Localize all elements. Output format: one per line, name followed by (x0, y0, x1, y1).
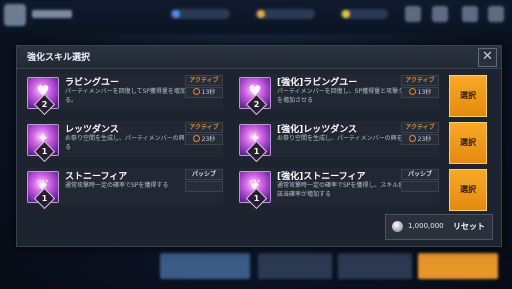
background-icon-3 (462, 6, 478, 22)
reset-cost: 1,000,000 (408, 222, 444, 230)
skill-type-badge: パッシブ (185, 169, 223, 180)
skill-type-badge: アクティブ (185, 75, 223, 86)
select-button[interactable]: 選択 (449, 75, 487, 117)
skill-cooldown-empty (185, 181, 223, 192)
background-resource-2 (255, 9, 315, 19)
select-button[interactable]: 選択 (449, 169, 487, 211)
background-resource-3 (340, 9, 388, 19)
skill-cooldown: 13秒 (401, 87, 439, 98)
close-button[interactable]: ✕ (478, 48, 497, 67)
background-top-bar (0, 0, 512, 34)
reset-button[interactable]: 1,000,000 リセット (385, 214, 493, 240)
clock-icon (192, 88, 200, 95)
clock-icon (192, 135, 200, 142)
enhanced-skill-card: ♥ 2 [強化]ラビングユー パーティメンバーを回復し、SP獲得量と攻撃ダメージ… (239, 74, 439, 116)
skill-description: パーティメンバーを回復してSP獲得量を増加させる。 (65, 88, 198, 104)
background-icon-2 (432, 6, 448, 22)
skill-type-badge: アクティブ (401, 122, 439, 133)
background-icon-4 (488, 6, 504, 22)
clock-icon (408, 88, 416, 95)
enhance-skill-modal: 強化スキル選択 ✕ ♥ 2 ラビングユー パーティメンバーを回復してSP獲得量を… (16, 45, 502, 247)
skill-type-badge: パッシブ (401, 169, 439, 180)
background-avatar (4, 4, 26, 26)
enhanced-skill-card: ❦ 1 [強化]ストニーフィア 通常攻撃時一定の確率でSPを獲得し、スキル使用時… (239, 168, 439, 210)
clock-icon (408, 135, 416, 142)
reset-label: リセット (453, 222, 485, 231)
skill-type-badge: アクティブ (185, 122, 223, 133)
current-skill-card: ❦ 1 ストニーフィア 通常攻撃時一定の確率でSPを獲得する パッシブ (27, 168, 223, 210)
skill-cooldown-empty (401, 181, 439, 192)
modal-title: 強化スキル選択 (27, 53, 91, 63)
background-bottom-button-2 (258, 253, 332, 279)
modal-header: 強化スキル選択 ✕ (17, 46, 501, 69)
skill-cooldown: 23秒 (401, 134, 439, 145)
skill-cooldown: 23秒 (185, 134, 223, 145)
skill-cooldown: 13秒 (185, 87, 223, 98)
current-skill-card: ✦ 1 レッツダンス お祭り空間を生成し、パーティメンバーの興をそそる アクティ… (27, 121, 223, 163)
enhanced-skill-card: ✦ 1 [強化]レッツダンス お祭り空間を生成し、パーティメンバーの興をそそる … (239, 121, 439, 163)
close-icon: ✕ (482, 49, 493, 64)
background-bottom-button-4 (418, 253, 498, 279)
skill-description: お祭り空間を生成し、パーティメンバーの興をそそる (65, 135, 203, 151)
background-resource-1 (170, 9, 230, 19)
background-player-name (32, 10, 72, 18)
background-bottom-button-3 (338, 253, 412, 279)
skill-description: 通常攻撃時一定の確率でSPを獲得する (65, 182, 169, 189)
current-skill-card: ♥ 2 ラビングユー パーティメンバーを回復してSP獲得量を増加させる。 アクテ… (27, 74, 223, 116)
background-bottom-button-1 (160, 253, 250, 279)
coin-icon (392, 221, 403, 232)
select-button[interactable]: 選択 (449, 122, 487, 164)
background-icon-1 (405, 6, 421, 22)
skill-type-badge: アクティブ (401, 75, 439, 86)
